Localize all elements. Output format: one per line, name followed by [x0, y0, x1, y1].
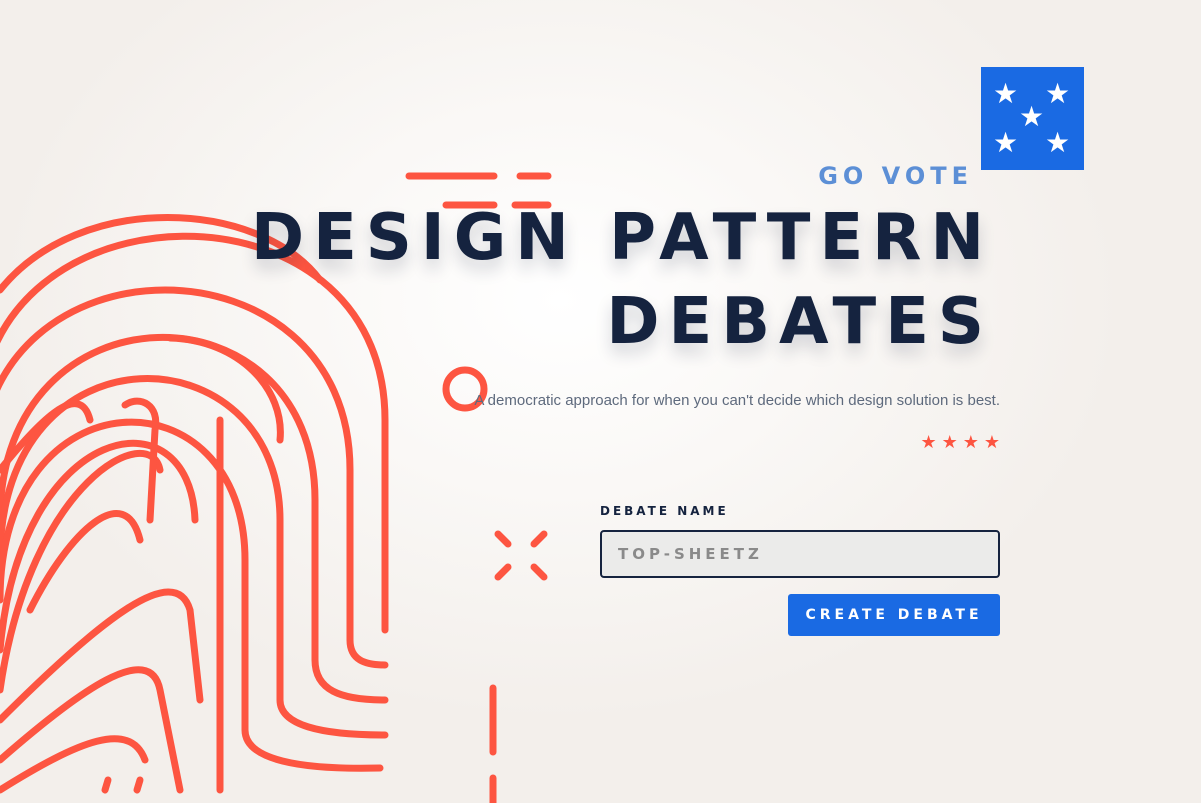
debate-name-label: DEBATE NAME [600, 504, 729, 518]
star-icon: ★ [993, 126, 1019, 159]
rating-stars-icon: ★★★★ [920, 432, 1005, 453]
page-title-line-2: DEBATES [606, 285, 993, 359]
eyebrow-text: GO VOTE [818, 162, 973, 190]
star-icon: ★ [993, 77, 1019, 110]
x-mark-decoration [494, 530, 548, 581]
flag-stars-icon: ★ ★ ★ ★ ★ [981, 67, 1084, 170]
page-subtitle: A democratic approach for when you can't… [474, 392, 1000, 409]
page-title: DESIGN PATTERN DEBATES [251, 196, 993, 364]
page-title-line-1: DESIGN PATTERN [250, 201, 993, 275]
star-icon: ★ [1045, 126, 1071, 159]
star-icon: ★ [1019, 100, 1045, 133]
create-debate-button[interactable]: CREATE DEBATE [788, 594, 1000, 636]
star-icon: ★ [1045, 77, 1071, 110]
debate-name-input[interactable] [600, 530, 1000, 578]
